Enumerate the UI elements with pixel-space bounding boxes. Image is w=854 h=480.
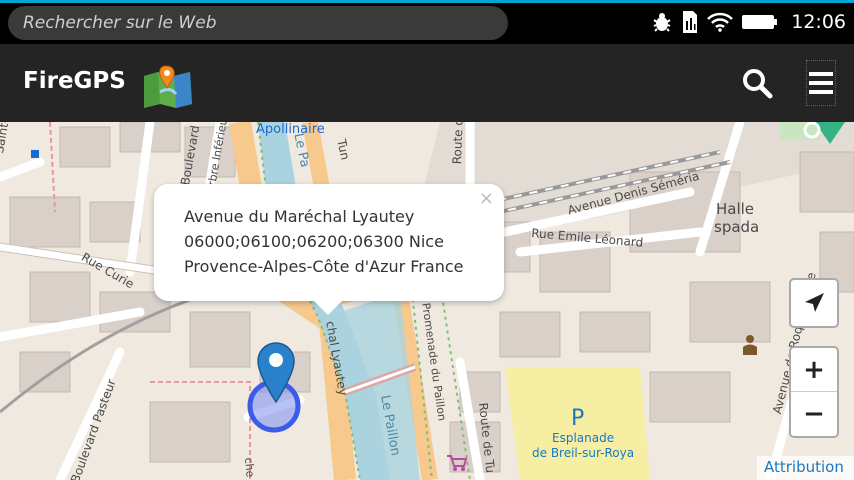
zoom-out-button[interactable]: − xyxy=(791,392,837,436)
menu-button[interactable] xyxy=(806,60,836,106)
wifi-icon xyxy=(707,12,734,32)
app-title: FireGPS xyxy=(23,68,126,94)
web-search-input[interactable]: Rechercher sur le Web xyxy=(8,6,508,40)
map-label-esplanade: Esplanade xyxy=(552,431,615,445)
map-label-halle: Halle xyxy=(716,200,755,218)
locate-me-button[interactable] xyxy=(789,278,839,328)
map-marker-icon[interactable] xyxy=(257,342,295,404)
zoom-in-button[interactable]: + xyxy=(791,348,837,392)
map-label-che: che xyxy=(242,457,257,478)
map-label-spada: spada xyxy=(714,218,760,236)
status-accent-line xyxy=(0,0,854,3)
popup-close-button[interactable]: × xyxy=(479,188,494,209)
map-tiles xyxy=(0,122,854,480)
office-icon xyxy=(743,335,757,355)
popup-postcodes-city: 06000;06100;06200;06300 Nice xyxy=(184,232,444,251)
menu-icon xyxy=(809,72,833,94)
map-label-parking: P xyxy=(571,406,585,431)
popup-street: Avenue du Maréchal Lyautey xyxy=(184,207,415,226)
shopping-cart-icon xyxy=(447,455,468,471)
bug-icon xyxy=(653,13,671,32)
map-label-route-de: Route de xyxy=(450,122,466,165)
sim-icon xyxy=(683,11,698,33)
attribution-link[interactable]: Attribution xyxy=(757,456,854,480)
map-pin-logo xyxy=(144,65,192,108)
status-bar: Rechercher sur le Web 12:06 xyxy=(0,0,854,44)
zoom-control: + − xyxy=(789,346,839,438)
popup-region-country: Provence-Alpes-Côte d'Azur France xyxy=(184,257,464,276)
navigation-arrow-icon xyxy=(805,293,824,312)
app-header: FireGPS xyxy=(0,44,854,122)
battery-icon xyxy=(742,15,778,29)
address-popup: Avenue du Maréchal Lyautey 06000;06100;0… xyxy=(154,184,504,315)
status-icons: 12:06 xyxy=(651,6,846,38)
map-view[interactable]: Apollinaire Saint-Yriel Boulevard Arbre … xyxy=(0,122,854,480)
search-icon[interactable] xyxy=(740,66,774,100)
map-label-de-breil-sur-roya: de Breil-sur-Roya xyxy=(532,446,635,460)
clock: 12:06 xyxy=(791,11,846,33)
